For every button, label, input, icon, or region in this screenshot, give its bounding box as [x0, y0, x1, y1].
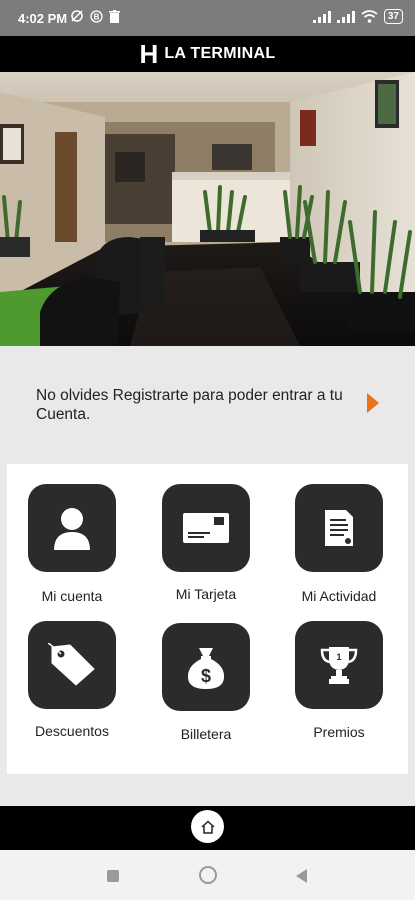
- recents-button[interactable]: [107, 870, 119, 882]
- tile-label: Mi cuenta: [41, 588, 103, 604]
- no-sync-icon: [71, 10, 83, 22]
- tile-label: Premios: [313, 724, 365, 740]
- premios-button[interactable]: 1: [295, 621, 383, 709]
- trophy-icon: 1: [320, 647, 358, 684]
- descuentos-button[interactable]: [28, 621, 116, 709]
- tile-label: Mi Actividad: [301, 588, 377, 604]
- svg-text:B: B: [94, 12, 100, 21]
- svg-text:1: 1: [336, 652, 341, 662]
- system-home-button[interactable]: [199, 866, 217, 884]
- tile-mi-actividad[interactable]: Mi Actividad: [279, 484, 399, 604]
- tile-descuentos[interactable]: Descuentos: [12, 621, 132, 739]
- billetera-button[interactable]: $: [162, 623, 250, 711]
- status-time: 4:02 PM: [18, 11, 68, 26]
- hero-image: [0, 72, 415, 346]
- trash-icon: [109, 9, 120, 23]
- signal-icon: [336, 10, 355, 23]
- wifi-icon: [361, 10, 378, 23]
- svg-text:$: $: [201, 666, 211, 686]
- battery-icon: 37: [383, 9, 403, 24]
- tag-icon: [48, 643, 95, 686]
- signal-icon: [312, 10, 331, 23]
- tile-mi-cuenta[interactable]: Mi cuenta: [12, 484, 132, 604]
- money-bag-icon: $: [187, 648, 225, 689]
- card-icon: [183, 513, 229, 543]
- mi-actividad-button[interactable]: [295, 484, 383, 572]
- tile-label: Billetera: [180, 726, 232, 742]
- tile-label: Mi Tarjeta: [175, 586, 237, 602]
- banner-text: No olvides Registrarte para poder entrar…: [36, 387, 343, 423]
- tile-mi-tarjeta[interactable]: Mi Tarjeta: [146, 484, 266, 602]
- register-banner[interactable]: No olvides Registrarte para poder entrar…: [0, 346, 415, 456]
- app-title: LA TERMINAL: [164, 45, 276, 62]
- home-icon: [200, 819, 215, 834]
- tile-premios[interactable]: 1 Premios: [279, 621, 399, 740]
- back-button[interactable]: [296, 869, 307, 883]
- menu-grid: Mi cuenta Mi Tarjeta Mi Actividad Descue…: [7, 464, 408, 774]
- app-header: H LA TERMINAL: [0, 36, 415, 72]
- mi-cuenta-button[interactable]: [28, 484, 116, 572]
- document-icon: [325, 510, 353, 546]
- chevron-right-icon[interactable]: [367, 393, 379, 413]
- home-button[interactable]: [191, 810, 224, 843]
- logo: H: [139, 39, 159, 69]
- mi-tarjeta-button[interactable]: [162, 484, 250, 572]
- status-bar: 4:02 PM B 37: [0, 0, 415, 36]
- user-icon: [54, 508, 90, 550]
- tile-billetera[interactable]: $ Billetera: [146, 623, 266, 742]
- tile-label: Descuentos: [35, 723, 109, 739]
- b-badge-icon: B: [90, 9, 103, 23]
